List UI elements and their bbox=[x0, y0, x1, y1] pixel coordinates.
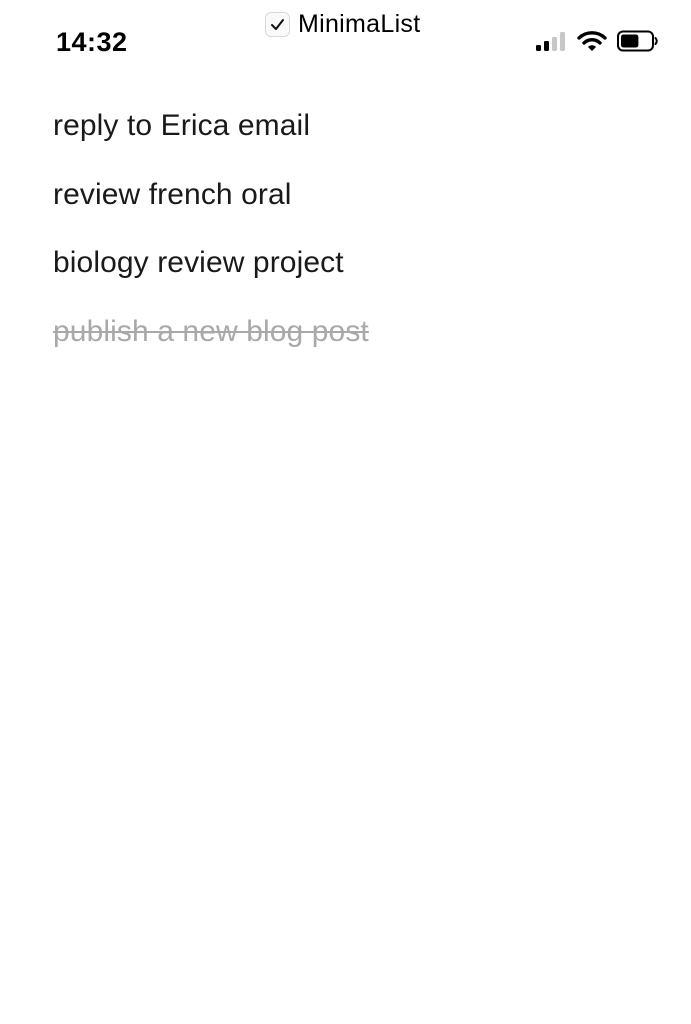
wifi-icon bbox=[577, 30, 607, 57]
status-icons bbox=[535, 30, 659, 57]
signal-bar bbox=[560, 32, 565, 51]
task-list: reply to Erica email review french oral … bbox=[53, 104, 369, 378]
task-item[interactable]: review french oral bbox=[53, 173, 369, 242]
cellular-signal-icon bbox=[535, 30, 567, 57]
battery-fill bbox=[621, 34, 639, 48]
battery-icon bbox=[617, 30, 659, 57]
status-bar: 14:32 MinimaList bbox=[0, 0, 691, 70]
app-label[interactable]: MinimaList bbox=[265, 9, 420, 39]
status-time: 14:32 bbox=[56, 27, 128, 57]
app-name: MinimaList bbox=[298, 9, 421, 38]
checkmark-icon bbox=[265, 11, 290, 37]
signal-bar bbox=[544, 41, 549, 51]
signal-bar bbox=[552, 37, 557, 51]
task-item[interactable]: biology review project bbox=[53, 241, 369, 310]
task-item[interactable]: publish a new blog post bbox=[53, 310, 369, 379]
task-item[interactable]: reply to Erica email bbox=[53, 104, 369, 173]
signal-bar bbox=[536, 45, 541, 51]
